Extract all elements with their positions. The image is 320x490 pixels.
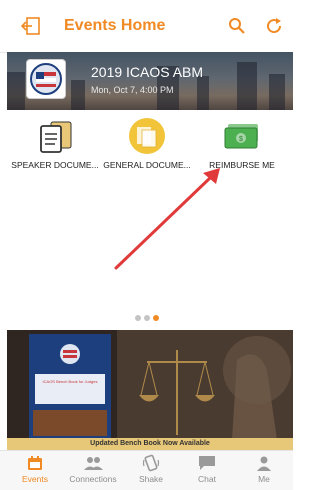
bench-book-cover: ICAOS Bench Book for Judges xyxy=(29,334,111,440)
tab-connections[interactable]: Connections xyxy=(64,453,122,484)
tab-label: Events xyxy=(22,474,48,484)
tab-label: Chat xyxy=(198,474,216,484)
book-title-panel: ICAOS Bench Book for Judges xyxy=(35,374,105,404)
carousel-indicator xyxy=(0,315,293,321)
tab-shake[interactable]: Shake xyxy=(122,453,180,484)
tab-label: Connections xyxy=(69,474,117,484)
tab-chat[interactable]: Chat xyxy=(178,453,236,484)
page-dot-active[interactable] xyxy=(152,315,159,321)
people-icon xyxy=(64,453,122,473)
tab-events[interactable]: Events xyxy=(6,453,64,484)
sponsor-ad-banner[interactable]: ICAOS Bench Book for Judges Updated Benc… xyxy=(7,330,293,450)
phone-shake-icon xyxy=(122,453,180,473)
ad-caption: Updated Bench Book Now Available xyxy=(7,438,293,450)
calendar-icon xyxy=(6,453,64,473)
scales-of-justice-icon xyxy=(139,350,277,440)
gavel-photo xyxy=(33,410,107,436)
tab-me[interactable]: Me xyxy=(235,453,293,484)
book-title: ICAOS Bench Book for Judges xyxy=(42,379,98,384)
chat-icon xyxy=(178,453,236,473)
tab-label: Me xyxy=(258,474,270,484)
tab-label: Shake xyxy=(138,474,164,484)
person-icon xyxy=(235,453,293,473)
page-dot[interactable] xyxy=(143,315,150,321)
page-dot[interactable] xyxy=(134,315,141,321)
bottom-tab-bar: Events Connections Shake Chat Me xyxy=(0,450,293,490)
